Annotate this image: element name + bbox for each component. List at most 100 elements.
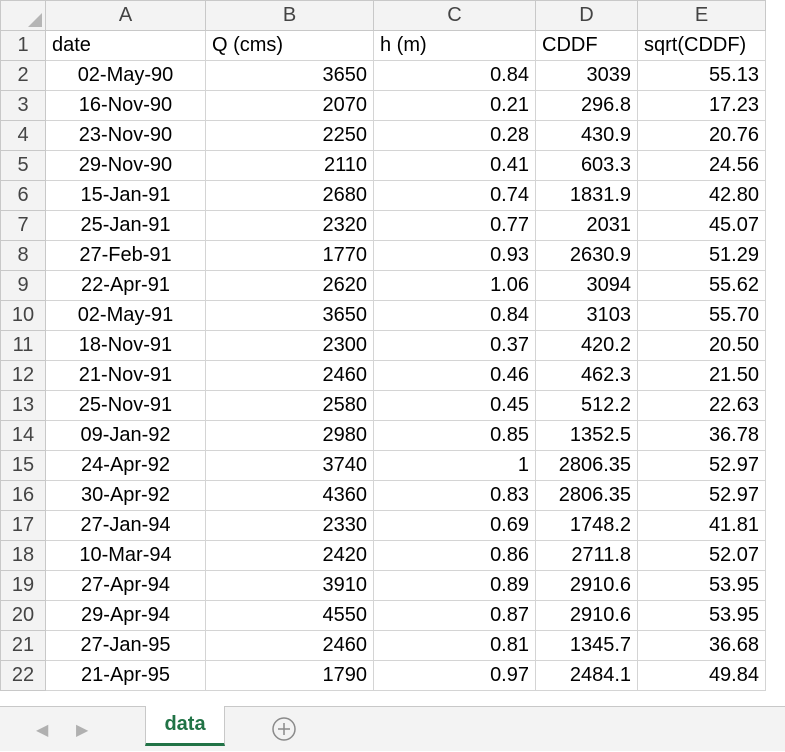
cell-h[interactable]: 0.97: [373, 660, 536, 691]
cell-date[interactable]: 23-Nov-90: [45, 120, 206, 151]
row-header[interactable]: 7: [0, 210, 46, 241]
cell-h[interactable]: 0.77: [373, 210, 536, 241]
cell-sqrt[interactable]: 52.97: [637, 480, 766, 511]
cell-q[interactable]: 2680: [205, 180, 374, 211]
cell-sqrt[interactable]: 20.50: [637, 330, 766, 361]
cell-sqrt[interactable]: 45.07: [637, 210, 766, 241]
cell-q[interactable]: 3740: [205, 450, 374, 481]
cell-sqrt[interactable]: 53.95: [637, 570, 766, 601]
cell-q[interactable]: 2110: [205, 150, 374, 181]
row-header[interactable]: 2: [0, 60, 46, 91]
row-header[interactable]: 5: [0, 150, 46, 181]
cell-cddf[interactable]: 2910.6: [535, 570, 638, 601]
cell-sqrt[interactable]: 41.81: [637, 510, 766, 541]
cell-date[interactable]: 30-Apr-92: [45, 480, 206, 511]
cell-date[interactable]: 22-Apr-91: [45, 270, 206, 301]
cell-h[interactable]: 0.87: [373, 600, 536, 631]
cell-date[interactable]: 25-Jan-91: [45, 210, 206, 241]
cell-q[interactable]: 3650: [205, 300, 374, 331]
cell-q[interactable]: 2620: [205, 270, 374, 301]
cell-h[interactable]: 0.93: [373, 240, 536, 271]
cell-date[interactable]: 25-Nov-91: [45, 390, 206, 421]
cell-cddf[interactable]: 2806.35: [535, 450, 638, 481]
row-header[interactable]: 3: [0, 90, 46, 121]
cell-q[interactable]: 2420: [205, 540, 374, 571]
cell-h[interactable]: 0.86: [373, 540, 536, 571]
cell-cddf[interactable]: 1831.9: [535, 180, 638, 211]
cell-cddf[interactable]: 430.9: [535, 120, 638, 151]
cell-cddf[interactable]: 603.3: [535, 150, 638, 181]
cell-h[interactable]: 0.81: [373, 630, 536, 661]
cell-sqrt[interactable]: 36.78: [637, 420, 766, 451]
cell-h[interactable]: 1.06: [373, 270, 536, 301]
cell-date[interactable]: 21-Nov-91: [45, 360, 206, 391]
cell-sqrt[interactable]: 55.62: [637, 270, 766, 301]
cell-sqrt[interactable]: 17.23: [637, 90, 766, 121]
cell-h[interactable]: 0.83: [373, 480, 536, 511]
cell-date[interactable]: 21-Apr-95: [45, 660, 206, 691]
cell-h[interactable]: 0.45: [373, 390, 536, 421]
row-header[interactable]: 6: [0, 180, 46, 211]
cell-q[interactable]: 2320: [205, 210, 374, 241]
row-header[interactable]: 20: [0, 600, 46, 631]
cell-cddf[interactable]: 2910.6: [535, 600, 638, 631]
cell-date[interactable]: 29-Apr-94: [45, 600, 206, 631]
cell-cddf[interactable]: 3039: [535, 60, 638, 91]
cell-cddf[interactable]: 420.2: [535, 330, 638, 361]
cell-h[interactable]: 0.41: [373, 150, 536, 181]
cell-q[interactable]: 1770: [205, 240, 374, 271]
cell-date[interactable]: 24-Apr-92: [45, 450, 206, 481]
cell-q[interactable]: 2330: [205, 510, 374, 541]
cell-cddf[interactable]: 462.3: [535, 360, 638, 391]
select-all-corner[interactable]: [0, 0, 46, 31]
cell-sqrt[interactable]: 51.29: [637, 240, 766, 271]
cell-date[interactable]: 27-Apr-94: [45, 570, 206, 601]
cell-date[interactable]: 09-Jan-92: [45, 420, 206, 451]
cell-q[interactable]: 3650: [205, 60, 374, 91]
cell-date[interactable]: 27-Feb-91: [45, 240, 206, 271]
cell-header-sqrt[interactable]: sqrt(CDDF): [637, 30, 766, 61]
cell-q[interactable]: 2070: [205, 90, 374, 121]
cell-header-date[interactable]: date: [45, 30, 206, 61]
cell-cddf[interactable]: 2806.35: [535, 480, 638, 511]
row-header[interactable]: 17: [0, 510, 46, 541]
row-header[interactable]: 13: [0, 390, 46, 421]
cell-sqrt[interactable]: 21.50: [637, 360, 766, 391]
cell-date[interactable]: 27-Jan-95: [45, 630, 206, 661]
cell-sqrt[interactable]: 42.80: [637, 180, 766, 211]
cell-h[interactable]: 0.89: [373, 570, 536, 601]
row-header[interactable]: 16: [0, 480, 46, 511]
cell-q[interactable]: 2300: [205, 330, 374, 361]
cell-cddf[interactable]: 1345.7: [535, 630, 638, 661]
sheet-tab-data[interactable]: data: [145, 706, 225, 746]
add-sheet-button[interactable]: [271, 716, 297, 742]
cell-q[interactable]: 2460: [205, 630, 374, 661]
cell-sqrt[interactable]: 52.97: [637, 450, 766, 481]
cell-date[interactable]: 27-Jan-94: [45, 510, 206, 541]
cell-cddf[interactable]: 296.8: [535, 90, 638, 121]
cell-sqrt[interactable]: 55.70: [637, 300, 766, 331]
cell-date[interactable]: 02-May-91: [45, 300, 206, 331]
cell-cddf[interactable]: 2031: [535, 210, 638, 241]
cell-q[interactable]: 1790: [205, 660, 374, 691]
cell-date[interactable]: 02-May-90: [45, 60, 206, 91]
cell-date[interactable]: 10-Mar-94: [45, 540, 206, 571]
cell-h[interactable]: 0.46: [373, 360, 536, 391]
column-header-e[interactable]: E: [637, 0, 766, 31]
cell-cddf[interactable]: 3094: [535, 270, 638, 301]
row-header[interactable]: 9: [0, 270, 46, 301]
cell-sqrt[interactable]: 53.95: [637, 600, 766, 631]
cell-date[interactable]: 29-Nov-90: [45, 150, 206, 181]
cell-h[interactable]: 1: [373, 450, 536, 481]
cell-h[interactable]: 0.69: [373, 510, 536, 541]
cell-h[interactable]: 0.28: [373, 120, 536, 151]
cell-cddf[interactable]: 2630.9: [535, 240, 638, 271]
cell-q[interactable]: 2580: [205, 390, 374, 421]
cell-date[interactable]: 15-Jan-91: [45, 180, 206, 211]
cell-q[interactable]: 2250: [205, 120, 374, 151]
row-header[interactable]: 4: [0, 120, 46, 151]
cell-sqrt[interactable]: 36.68: [637, 630, 766, 661]
row-header[interactable]: 15: [0, 450, 46, 481]
cell-q[interactable]: 3910: [205, 570, 374, 601]
cell-h[interactable]: 0.21: [373, 90, 536, 121]
